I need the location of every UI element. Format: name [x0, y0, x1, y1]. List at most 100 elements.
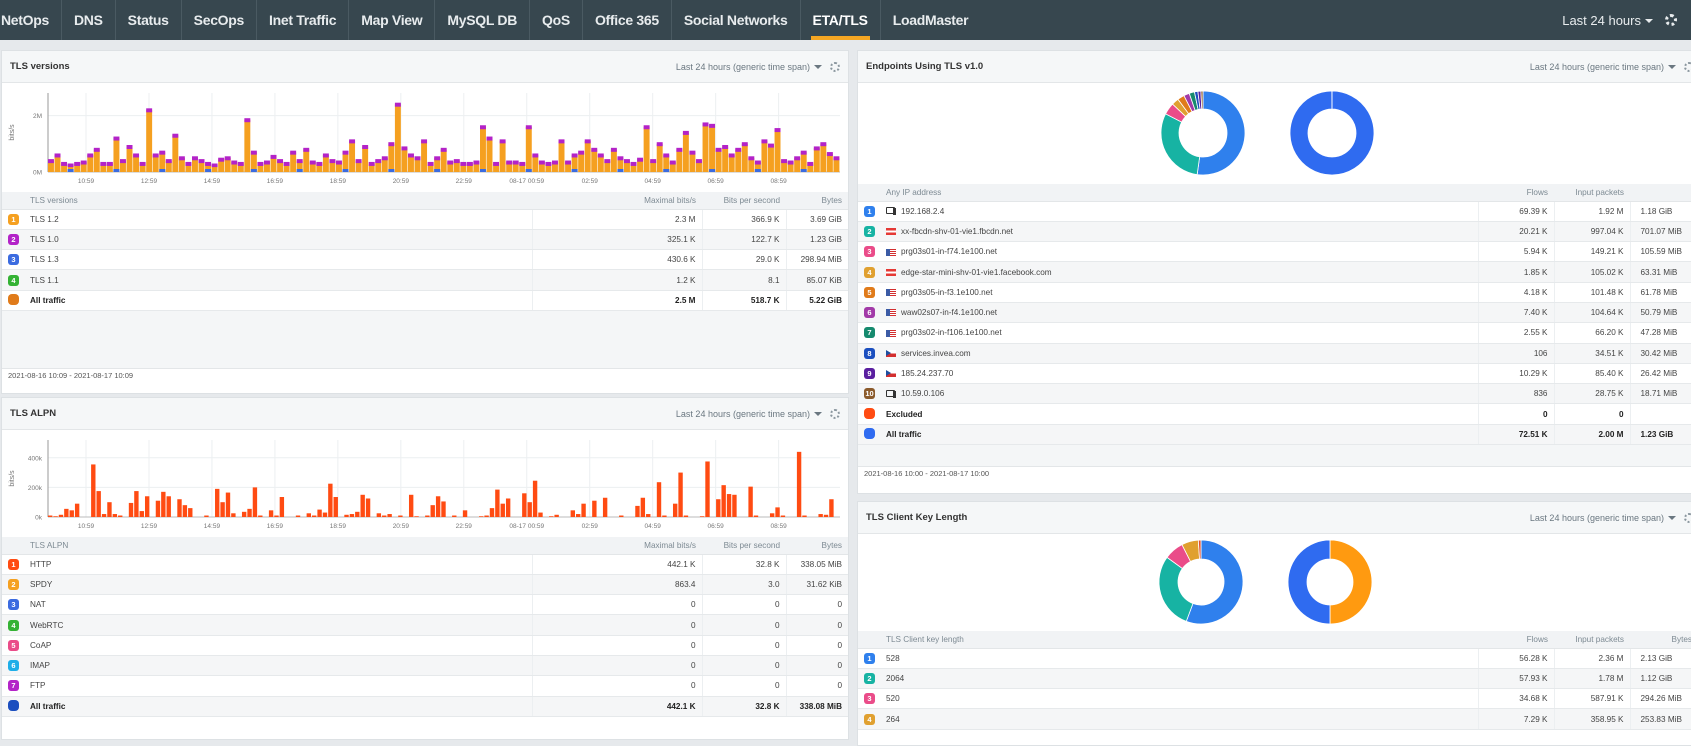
time-span-dropdown[interactable]: Last 24 hours (generic time span): [676, 62, 822, 72]
bar-tls10[interactable]: [742, 142, 748, 146]
bar-http[interactable]: [118, 516, 122, 517]
bar-http[interactable]: [188, 508, 192, 517]
bar-tls10[interactable]: [271, 155, 277, 159]
column-header[interactable]: Bytes: [1630, 184, 1691, 201]
bar-http[interactable]: [479, 516, 483, 517]
bar-tls10[interactable]: [820, 142, 826, 146]
bar-http[interactable]: [91, 464, 95, 517]
bar-http[interactable]: [231, 513, 235, 517]
bar-http[interactable]: [350, 514, 354, 517]
bar-http[interactable]: [161, 492, 165, 517]
bar-tls10[interactable]: [87, 153, 93, 157]
column-header[interactable]: Maximal bits/s: [532, 537, 702, 554]
bar-tls10[interactable]: [689, 151, 695, 155]
bar-tls10[interactable]: [415, 156, 421, 160]
bar-tls10[interactable]: [120, 159, 126, 163]
bar-http[interactable]: [528, 502, 532, 517]
bar-tls10[interactable]: [552, 161, 558, 165]
bar-tls10[interactable]: [297, 159, 303, 163]
bar-tls10[interactable]: [428, 162, 434, 166]
bar-tls12[interactable]: [827, 154, 833, 172]
bar-tls12[interactable]: [441, 149, 447, 172]
bar-tls10[interactable]: [624, 159, 630, 163]
table-row[interactable]: 9185.24.237.7010.29 K85.40 K26.42 MiB: [858, 363, 1691, 383]
bar-tls13[interactable]: [526, 169, 532, 172]
column-header[interactable]: Flows: [1478, 631, 1554, 648]
bar-tls10[interactable]: [526, 125, 532, 129]
total-row[interactable]: All traffic72.51 K2.00 M1.23 GiB: [858, 424, 1691, 444]
bar-tls13[interactable]: [113, 169, 119, 172]
bar-http[interactable]: [145, 496, 149, 517]
bar-http[interactable]: [506, 498, 510, 517]
bar-tls12[interactable]: [820, 144, 826, 172]
bar-tls10[interactable]: [349, 139, 355, 143]
bar-tls12[interactable]: [761, 141, 767, 172]
bar-http[interactable]: [312, 516, 316, 517]
bar-http[interactable]: [253, 487, 257, 517]
bar-http[interactable]: [770, 513, 774, 517]
bar-tls12[interactable]: [113, 138, 119, 172]
bar-http[interactable]: [431, 505, 435, 517]
bar-tls10[interactable]: [781, 159, 787, 163]
bar-tls10[interactable]: [559, 139, 565, 143]
bar-http[interactable]: [549, 516, 553, 517]
bar-tls10[interactable]: [565, 161, 571, 165]
column-header[interactable]: TLS Client key length: [858, 631, 1478, 648]
bar-tls10[interactable]: [604, 159, 610, 163]
bar-http[interactable]: [727, 494, 731, 517]
table-row[interactable]: 4WebRTC000: [2, 615, 848, 635]
bar-tls13[interactable]: [159, 169, 165, 172]
tab-status[interactable]: Status: [116, 0, 182, 40]
bar-tls10[interactable]: [454, 159, 460, 163]
bar-tls12[interactable]: [591, 149, 597, 172]
bar-tls10[interactable]: [408, 153, 414, 157]
table-row[interactable]: 6IMAP000: [2, 655, 848, 675]
donut-slice[interactable]: [1288, 540, 1330, 624]
tab-inet-traffic[interactable]: Inet Traffic: [257, 0, 349, 40]
table-row[interactable]: 6waw02s07-in-f4.1e100.net7.40 K104.64 K5…: [858, 302, 1691, 322]
column-header[interactable]: Flows: [1478, 184, 1554, 201]
bar-tls12[interactable]: [709, 125, 715, 172]
bar-tls10[interactable]: [421, 139, 427, 143]
tab-netops[interactable]: NetOps: [0, 0, 62, 40]
column-header[interactable]: Input packets: [1554, 184, 1630, 201]
tab-secops[interactable]: SecOps: [182, 0, 257, 40]
bar-http[interactable]: [70, 510, 74, 517]
bar-tls10[interactable]: [807, 162, 813, 166]
tab-qos[interactable]: QoS: [530, 0, 583, 40]
table-row[interactable]: 2206457.93 K1.78 M1.12 GiB: [858, 668, 1691, 688]
bar-tls13[interactable]: [205, 169, 211, 172]
bar-http[interactable]: [592, 501, 596, 517]
bar-tls10[interactable]: [290, 151, 296, 155]
bar-http[interactable]: [716, 499, 720, 517]
time-span-dropdown[interactable]: Last 24 hours (generic time span): [676, 409, 822, 419]
bar-tls12[interactable]: [742, 144, 748, 172]
bar-http[interactable]: [678, 473, 682, 517]
bar-tls10[interactable]: [172, 134, 178, 138]
bar-tls12[interactable]: [244, 120, 250, 172]
bar-tls10[interactable]: [159, 151, 165, 155]
bar-tls13[interactable]: [801, 169, 807, 172]
bar-tls10[interactable]: [199, 159, 205, 163]
bar-http[interactable]: [619, 516, 623, 517]
row-name[interactable]: 520: [886, 694, 900, 703]
bar-http[interactable]: [748, 487, 752, 517]
bar-tls13[interactable]: [343, 169, 349, 172]
bar-tls12[interactable]: [303, 149, 309, 172]
bar-tls10[interactable]: [166, 159, 172, 163]
bar-tls10[interactable]: [460, 162, 466, 166]
bar-tls10[interactable]: [127, 145, 133, 149]
bar-tls10[interactable]: [323, 153, 329, 157]
bar-tls10[interactable]: [506, 161, 512, 165]
bar-http[interactable]: [177, 499, 181, 517]
bar-tls10[interactable]: [316, 162, 322, 166]
bar-http[interactable]: [323, 513, 327, 517]
bar-http[interactable]: [490, 508, 494, 517]
bar-http[interactable]: [355, 512, 359, 517]
time-range-dropdown[interactable]: Last 24 hours: [1562, 13, 1653, 28]
bar-tls10[interactable]: [735, 148, 741, 152]
bar-tls12[interactable]: [87, 155, 93, 172]
bar-tls10[interactable]: [218, 158, 224, 162]
bar-tls13[interactable]: [480, 169, 486, 172]
bar-http[interactable]: [269, 510, 273, 517]
